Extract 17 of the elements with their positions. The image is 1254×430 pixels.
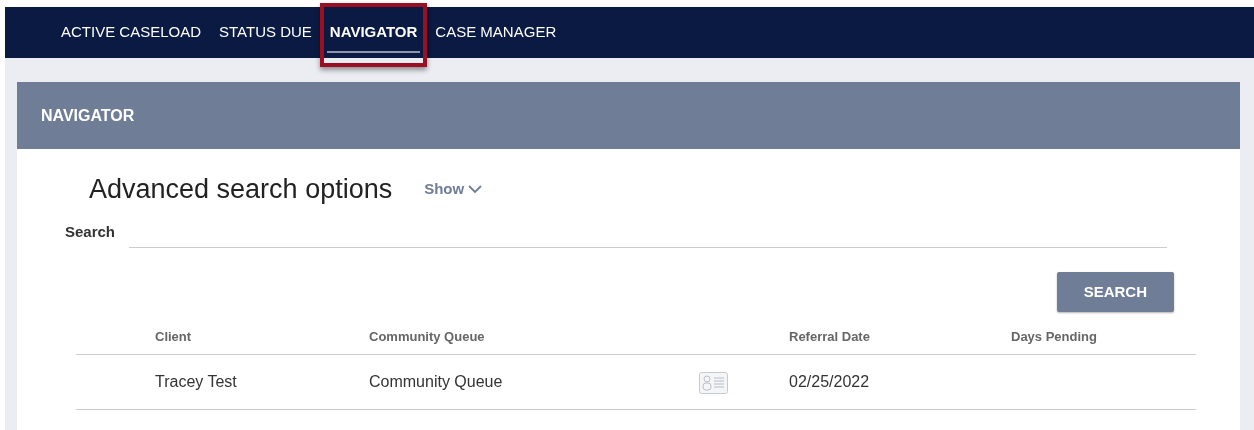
show-toggle[interactable]: Show	[424, 178, 483, 201]
id-card-icon[interactable]	[699, 371, 728, 394]
column-header: Client	[155, 329, 192, 344]
search-label: Search	[65, 222, 116, 242]
nav-tab[interactable]: ACTIVE CASELOAD	[55, 7, 208, 58]
column-header: Community Queue	[369, 329, 485, 344]
search-button[interactable]: SEARCH	[1056, 271, 1174, 312]
column-header: Referral Date	[789, 329, 870, 344]
column-header: Days Pending	[1011, 329, 1097, 344]
nav-tab[interactable]: CASE MANAGER	[429, 7, 563, 58]
section-title: Advanced search options	[89, 173, 393, 206]
nav-tab[interactable]: STATUS DUE	[213, 7, 318, 58]
table-cell: 02/25/2022	[789, 373, 870, 390]
table-cell: Community Queue	[369, 373, 503, 390]
panel-title: NAVIGATOR	[41, 105, 135, 126]
nav-tab[interactable]: NAVIGATOR	[323, 7, 424, 58]
table-cell: Tracey Test	[155, 373, 237, 390]
